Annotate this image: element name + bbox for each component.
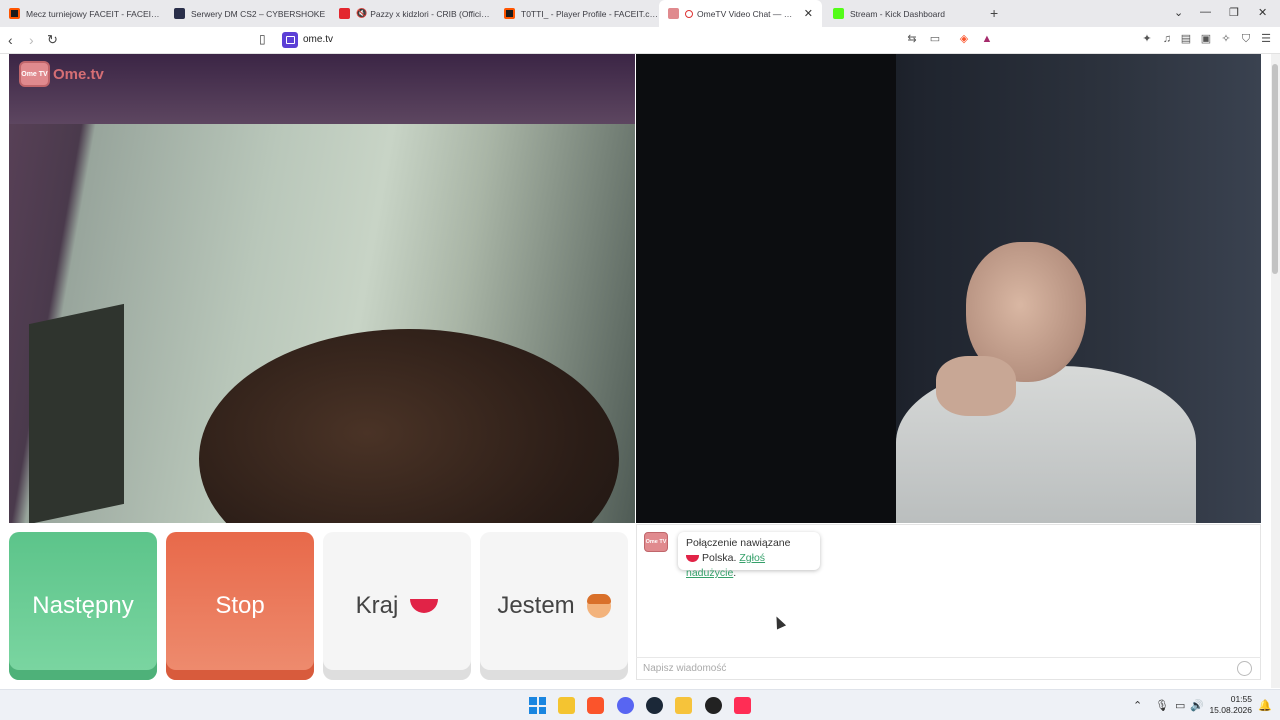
tab-ometv[interactable]: OmeTV Video Chat — Omeg ✕ <box>659 0 822 27</box>
notification-icon[interactable]: 🔔 <box>1258 699 1272 712</box>
volume-icon[interactable]: 🔊 <box>1190 699 1204 712</box>
tab-faceit-profile[interactable]: T0TTI_ - Player Profile - FACEIT.com <box>495 0 658 27</box>
steam-icon[interactable] <box>646 697 663 714</box>
scrollbar[interactable] <box>1271 54 1280 688</box>
brave-browser-icon[interactable] <box>587 697 604 714</box>
maximize-icon[interactable]: ❐ <box>1229 6 1239 19</box>
emoji-icon[interactable] <box>1237 661 1252 676</box>
tab-search-icon[interactable]: ⌄ <box>1174 6 1183 19</box>
boy-emoji-icon <box>586 594 611 618</box>
next-button[interactable]: Następny <box>9 532 157 680</box>
menu-icon[interactable]: ☰ <box>1260 33 1272 45</box>
connection-status: Połączenie nawiązane <box>686 537 791 549</box>
close-tab-icon[interactable]: ✕ <box>804 7 813 20</box>
ometv-icon <box>668 8 679 19</box>
tab-bar: Mecz turniejowy FACEIT - FACEIT.com Serw… <box>0 0 1280 27</box>
poland-flag-icon <box>686 554 699 562</box>
cast-icon[interactable]: ▭ <box>929 33 941 45</box>
translate-icon[interactable]: ⇆ <box>906 33 918 45</box>
stop-button[interactable]: Stop <box>166 532 314 680</box>
address-bar: ‹ › ↻ ▯ ome.tv <box>0 27 1280 54</box>
tiktok-live-icon[interactable] <box>734 697 751 714</box>
new-tab-icon[interactable]: + <box>990 5 998 21</box>
file-explorer-icon[interactable] <box>558 697 575 714</box>
local-video <box>9 54 635 523</box>
start-icon[interactable] <box>529 697 546 714</box>
recording-icon <box>685 9 693 18</box>
poland-flag-icon <box>410 599 439 613</box>
tray-chevron-icon[interactable]: ⌃ <box>1133 699 1142 712</box>
vpn-icon[interactable]: ⛉ <box>1240 33 1252 45</box>
network-icon[interactable]: ▭ <box>1175 699 1185 712</box>
ometv-chat-logo: Ome TV <box>644 532 668 552</box>
kick-icon <box>833 8 844 19</box>
gender-button[interactable]: Jestem <box>480 532 628 680</box>
leo-icon[interactable]: ✧ <box>1220 33 1232 45</box>
wallet-icon[interactable]: ▣ <box>1200 33 1212 45</box>
tab-faceit-match[interactable]: Mecz turniejowy FACEIT - FACEIT.com <box>0 0 163 27</box>
tab-kick[interactable]: Stream - Kick Dashboard <box>824 0 987 27</box>
music-icon[interactable]: ♫ <box>1161 33 1173 45</box>
close-window-icon[interactable]: ✕ <box>1258 6 1267 19</box>
youtube-icon <box>339 8 350 19</box>
cybershoke-icon <box>174 8 185 19</box>
microphone-icon[interactable]: 🎙 <box>1155 699 1169 712</box>
brave-rewards-icon[interactable]: ▲ <box>981 33 993 45</box>
stranger-video <box>636 54 1261 523</box>
taskbar: ⌃ 🎙 ▭ 🔊 01:55 15.08.2026 🔔 <box>0 689 1280 720</box>
faceit-icon <box>9 8 20 19</box>
system-message: Połączenie nawiązane Polska. Zgłoś naduż… <box>678 532 820 579</box>
minimize-icon[interactable]: — <box>1200 6 1211 18</box>
site-info-icon[interactable] <box>282 32 298 48</box>
discord-icon[interactable] <box>617 697 634 714</box>
app-icon[interactable] <box>675 697 692 714</box>
muted-speaker-icon[interactable]: 🔇 <box>356 8 367 19</box>
chat-input[interactable]: Napisz wiadomość <box>636 657 1261 680</box>
sidebar-icon[interactable]: ▤ <box>1180 33 1192 45</box>
url-field[interactable]: ome.tv <box>303 34 333 45</box>
clock[interactable]: 01:55 15.08.2026 <box>1206 694 1252 716</box>
forward-icon[interactable]: › <box>29 32 34 48</box>
ometv-logo: Ome TV Ome.tv <box>19 60 104 88</box>
reload-icon[interactable]: ↻ <box>47 32 58 48</box>
faceit-icon <box>504 8 515 19</box>
brave-shield-icon[interactable]: ◈ <box>958 33 970 45</box>
country-button[interactable]: Kraj <box>323 532 471 680</box>
back-icon[interactable]: ‹ <box>8 32 13 48</box>
bookmark-icon[interactable]: ▯ <box>259 32 266 46</box>
scrollbar-thumb[interactable] <box>1272 64 1278 274</box>
tab-youtube[interactable]: 🔇 Pazzy x kidzlori - CRIB (Official M <box>330 0 493 27</box>
country-name: Polska. <box>702 552 737 564</box>
extensions-icon[interactable]: ✦ <box>1141 33 1153 45</box>
tab-cybershoke[interactable]: Serwery DM CS2 – CYBERSHOKE <box>165 0 328 27</box>
obs-icon[interactable] <box>705 697 722 714</box>
